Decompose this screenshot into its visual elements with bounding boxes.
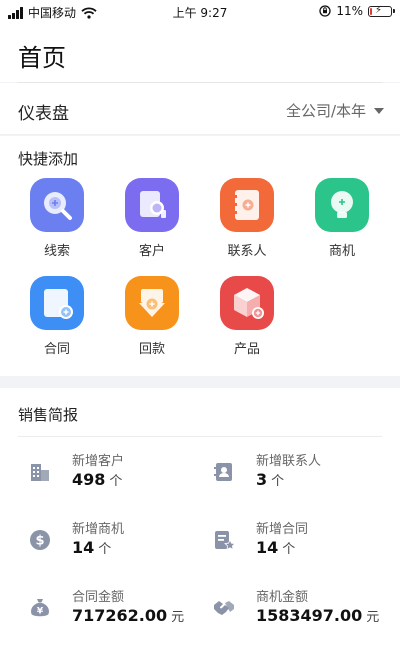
quick-add-label: 联系人 bbox=[227, 244, 267, 259]
stat-new-customers[interactable]: 新增客户 498 个 bbox=[18, 450, 203, 500]
quick-add-contract[interactable]: 合同 bbox=[17, 276, 97, 357]
quick-add-label: 产品 bbox=[233, 342, 260, 357]
customer-card-icon bbox=[125, 178, 179, 232]
svg-text:¥: ¥ bbox=[37, 607, 44, 617]
section-gap bbox=[0, 376, 400, 388]
quick-add-lead[interactable]: 线索 bbox=[17, 178, 97, 259]
building-icon bbox=[31, 464, 49, 481]
stat-unit: 元 bbox=[366, 610, 380, 625]
stat-unit: 个 bbox=[282, 542, 296, 557]
quick-add-label: 客户 bbox=[138, 244, 165, 259]
stat-value: 1583497.00 元 bbox=[256, 606, 379, 625]
lead-search-icon bbox=[30, 178, 84, 232]
charging-bolt-icon: ⚡ bbox=[375, 4, 383, 16]
sales-divider bbox=[18, 436, 382, 437]
orientation-lock-icon bbox=[319, 5, 331, 17]
stat-unit: 个 bbox=[271, 474, 285, 489]
contact-book-icon bbox=[220, 178, 274, 232]
quick-add-product[interactable]: 产品 bbox=[207, 276, 287, 357]
quick-add-label: 商机 bbox=[328, 244, 355, 259]
stat-value: 717262.00 元 bbox=[72, 606, 184, 625]
stat-value: 3个 bbox=[256, 470, 284, 489]
stat-number: 14 bbox=[256, 538, 279, 557]
stat-number: 498 bbox=[72, 470, 106, 489]
caret-down-icon bbox=[374, 107, 384, 114]
handshake-icon bbox=[214, 601, 234, 615]
stat-unit: 元 bbox=[171, 610, 185, 625]
stat-label: 新增合同 bbox=[256, 522, 309, 537]
dashboard-row: 仪表盘 全公司/本年 bbox=[0, 83, 400, 135]
stat-label: 新增联系人 bbox=[256, 454, 322, 469]
quick-add-label: 合同 bbox=[43, 342, 70, 357]
product-box-icon bbox=[220, 276, 274, 330]
stat-number: 717262.00 bbox=[72, 606, 168, 625]
stat-label: 商机金额 bbox=[256, 590, 309, 605]
page-title: 首页 bbox=[18, 44, 66, 72]
status-right: 11% ⚡ bbox=[319, 4, 395, 18]
stat-contract-amount[interactable]: ¥ 合同金额 717262.00 元 bbox=[18, 586, 203, 636]
quick-add-contact[interactable]: 联系人 bbox=[207, 178, 287, 259]
stat-value: 14 个 bbox=[72, 538, 111, 557]
battery-icon: ⚡ bbox=[368, 4, 395, 17]
stat-unit: 个 bbox=[98, 542, 112, 557]
quick-add-payment[interactable]: 回款 bbox=[112, 276, 192, 357]
quick-add-opportunity[interactable]: 商机 bbox=[302, 178, 382, 259]
stat-number: 3 bbox=[256, 470, 268, 489]
stat-number: 1583497.00 bbox=[256, 606, 363, 625]
quick-add-title: 快捷添加 bbox=[18, 150, 79, 168]
sales-report-section: 销售简报 新增客户 498 个 新增联系人 3个 $ 新增商机 14 个 新增合… bbox=[0, 388, 400, 660]
payment-return-icon bbox=[125, 276, 179, 330]
contract-doc-icon bbox=[30, 276, 84, 330]
stat-value: 14 个 bbox=[256, 538, 295, 557]
opportunity-bulb-icon bbox=[315, 178, 369, 232]
stat-new-contacts[interactable]: 新增联系人 3个 bbox=[202, 450, 387, 500]
quick-add-label: 线索 bbox=[43, 244, 70, 259]
stat-number: 14 bbox=[72, 538, 95, 557]
dollar-coin-icon: $ bbox=[30, 530, 50, 550]
svg-text:$: $ bbox=[35, 534, 44, 549]
battery-fill bbox=[370, 7, 372, 15]
stat-label: 新增商机 bbox=[72, 522, 125, 537]
scope-select[interactable]: 全公司/本年 bbox=[286, 100, 384, 121]
stat-value: 498 个 bbox=[72, 470, 122, 489]
battery-percent: 11% bbox=[336, 4, 363, 18]
stat-new-contracts[interactable]: 新增合同 14 个 bbox=[202, 518, 387, 568]
page-header: 首页 bbox=[0, 26, 400, 82]
contact-card-icon bbox=[214, 463, 232, 481]
dashboard-title: 仪表盘 bbox=[18, 104, 69, 124]
stat-label: 合同金额 bbox=[72, 590, 125, 605]
money-bag-icon: ¥ bbox=[31, 599, 49, 617]
quick-add-label: 回款 bbox=[138, 342, 165, 357]
quick-add-section: 快捷添加 线索 客户 联系人 商机 合同 回款 产品 bbox=[0, 136, 400, 376]
contract-star-icon bbox=[215, 531, 236, 551]
stat-label: 新增客户 bbox=[72, 454, 125, 469]
stat-unit: 个 bbox=[109, 474, 123, 489]
status-bar: 中国移动 上午 9:27 11% ⚡ bbox=[0, 0, 400, 26]
sales-report-title: 销售简报 bbox=[18, 406, 79, 424]
stat-opportunity-amount[interactable]: 商机金额 1583497.00 元 bbox=[202, 586, 387, 636]
quick-add-customer[interactable]: 客户 bbox=[112, 178, 192, 259]
scope-select-value: 全公司/本年 bbox=[285, 102, 366, 120]
stat-new-opportunities[interactable]: $ 新增商机 14 个 bbox=[18, 518, 203, 568]
